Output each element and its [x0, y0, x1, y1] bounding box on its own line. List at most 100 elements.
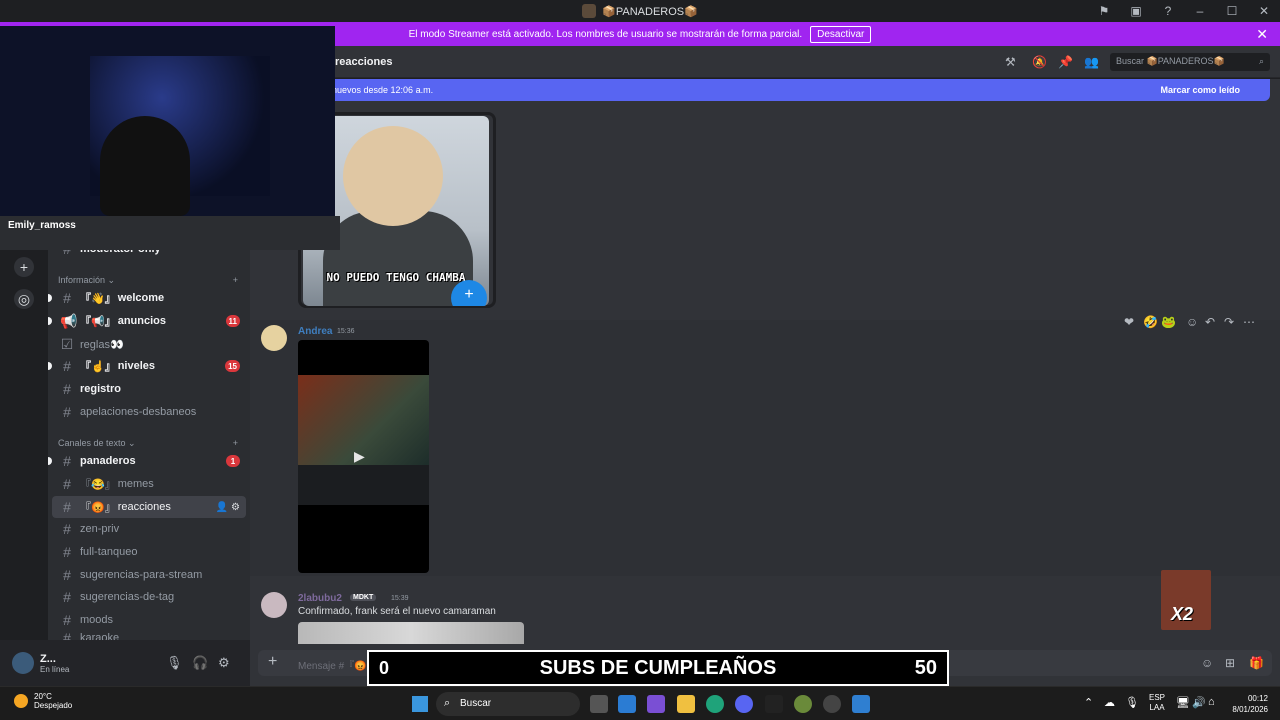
channel-reacciones[interactable]: # 『😡』 reacciones 👤 ⚙ — [52, 496, 246, 518]
gift-icon[interactable]: 🎁 — [1249, 656, 1264, 670]
server-icon — [582, 4, 597, 18]
maximize-icon[interactable]: ☐ — [1216, 4, 1248, 18]
add-reaction-icon[interactable]: ☺ — [1186, 315, 1198, 329]
subs-title: SUBS DE CUMPLEAÑOS — [539, 656, 777, 679]
user-panel: Z... En línea 🎙 🎧 ⚙ — [0, 640, 250, 686]
add-server-icon[interactable]: + — [14, 257, 34, 277]
channel-sugerencias-tag[interactable]: # sugerencias-de-tag — [48, 586, 250, 608]
window-controls: ⚑ ▣ ? – ☐ ✕ — [1088, 0, 1280, 22]
channel-panaderos[interactable]: # panaderos 1 — [48, 450, 250, 472]
threads-icon[interactable]: ⚒ — [1005, 55, 1016, 69]
message-image[interactable] — [298, 622, 524, 644]
mention-badge: 1 — [226, 455, 240, 467]
microphone-icon[interactable]: 🎙 — [166, 655, 183, 671]
minimize-icon[interactable]: – — [1184, 4, 1216, 18]
hash-icon: # — [63, 544, 71, 560]
discover-icon[interactable]: ◎ — [14, 289, 34, 309]
app-icon[interactable] — [765, 695, 783, 713]
forward-icon[interactable]: ↷ — [1224, 315, 1234, 329]
screen-icon[interactable]: ▣ — [1120, 4, 1152, 18]
headphones-icon[interactable]: 🎧 — [192, 655, 208, 671]
category-informacion[interactable]: Información ⌄ + — [58, 275, 238, 286]
channel-reglas[interactable]: ☑ reglas👀 — [48, 333, 250, 355]
channel-registro[interactable]: # registro — [48, 378, 250, 400]
edge-icon[interactable] — [706, 695, 724, 713]
deactivate-button[interactable]: Desactivar — [810, 25, 872, 43]
channel-apelaciones[interactable]: # apelaciones-desbaneos — [48, 401, 250, 423]
subs-counter-overlay: 0 SUBS DE CUMPLEAÑOS 50 — [367, 650, 949, 686]
obs-icon[interactable] — [823, 695, 841, 713]
battery-icon[interactable]: ⌂ — [1208, 696, 1215, 708]
invite-and-settings-icons[interactable]: 👤 ⚙ — [216, 502, 240, 513]
apps-icon[interactable]: ⊞ — [1225, 656, 1235, 670]
video-embed[interactable]: ▶ — [298, 340, 429, 573]
network-icon[interactable]: 🖥 — [1176, 696, 1190, 709]
members-icon[interactable]: 👥 — [1084, 55, 1099, 69]
copilot-icon[interactable] — [647, 695, 665, 713]
channel-memes[interactable]: # 『😂』 memes — [48, 473, 250, 495]
category-canales-de-texto[interactable]: Canales de texto ⌄ + — [58, 438, 238, 449]
channel-header: reacciones ⚒ 🔕 📌 👥 Buscar 📦PANADEROS📦 ⌕ — [250, 46, 1280, 78]
message-author[interactable]: 2labubu2 — [298, 593, 342, 604]
new-messages-bar[interactable]: nuevos desde 12:06 a.m. Marcar como leíd… — [250, 79, 1270, 101]
more-icon[interactable]: ⋯ — [1243, 315, 1255, 329]
avatar[interactable] — [261, 325, 287, 351]
rules-icon: ☑ — [60, 335, 74, 352]
help-icon[interactable]: ? — [1152, 4, 1184, 18]
overlay-user-tag: Emily_ramoss — [0, 216, 340, 250]
emoji-icon[interactable]: 🐸 — [1161, 315, 1176, 329]
role-tag: MDKT — [350, 594, 377, 601]
clock[interactable]: 00:12 8/01/2026 — [1226, 693, 1268, 715]
app-icon[interactable] — [794, 695, 812, 713]
volume-icon[interactable]: 🔊 — [1192, 696, 1206, 709]
search-icon: ⌕ — [444, 697, 451, 709]
search-input[interactable]: Buscar 📦PANADEROS📦 ⌕ — [1110, 53, 1270, 71]
task-view-icon[interactable] — [590, 695, 608, 713]
sticker-icon[interactable]: ☺ — [1201, 656, 1213, 670]
onedrive-icon[interactable]: ☁ — [1104, 696, 1115, 709]
windows-taskbar: 20°C Despejado ⌕ Buscar ⌃ ☁ 🎙 ESP LAA 🖥 … — [0, 686, 1280, 720]
message-author[interactable]: Andrea — [298, 326, 332, 337]
attach-icon[interactable]: + — [268, 653, 277, 671]
hash-icon: # — [63, 589, 71, 605]
message-text: Confirmado, frank será el nuevo camarama… — [298, 606, 496, 617]
chevron-up-icon[interactable]: ⌃ — [1084, 696, 1093, 709]
channel-anuncios[interactable]: 📢 『📢』 anuncios 11 — [48, 310, 250, 332]
message-time: 15:39 — [391, 595, 409, 602]
unread-pin — [48, 294, 52, 302]
channel-moods[interactable]: # moods — [48, 609, 250, 631]
channel-full-tanqueo[interactable]: # full-tanqueo — [48, 541, 250, 563]
hash-icon: # — [63, 521, 71, 537]
add-channel-icon[interactable]: + — [233, 438, 238, 449]
settings-icon[interactable]: ⚙ — [218, 655, 230, 671]
close-icon[interactable]: ✕ — [1256, 26, 1268, 43]
discord-icon[interactable] — [735, 695, 753, 713]
app-icon[interactable] — [852, 695, 870, 713]
webcam-overlay — [0, 26, 335, 216]
channel-welcome[interactable]: # 『👋』 welcome — [48, 287, 250, 309]
explorer-icon[interactable] — [677, 695, 695, 713]
play-icon[interactable]: ▶ — [354, 448, 365, 465]
avatar[interactable] — [12, 652, 34, 674]
heart-icon[interactable]: ❤ — [1124, 315, 1134, 329]
reply-icon[interactable]: ↶ — [1205, 315, 1215, 329]
microphone-icon[interactable]: 🎙 — [1125, 696, 1139, 709]
pin-icon[interactable]: 📌 — [1058, 55, 1073, 69]
inbox-icon[interactable]: ⚑ — [1088, 4, 1120, 18]
channel-prefix: 『👋』 — [80, 293, 116, 305]
start-icon[interactable] — [412, 696, 428, 712]
language-indicator[interactable]: ESP LAA — [1149, 693, 1165, 713]
laugh-icon[interactable]: 🤣 — [1143, 315, 1158, 329]
store-icon[interactable] — [618, 695, 636, 713]
channel-niveles[interactable]: # 『☝』 niveles 15 — [48, 355, 250, 377]
close-window-icon[interactable]: ✕ — [1248, 4, 1280, 18]
avatar[interactable] — [261, 592, 287, 618]
add-channel-icon[interactable]: + — [233, 275, 238, 286]
weather-widget[interactable]: 20°C Despejado — [14, 692, 72, 710]
taskbar-search[interactable]: ⌕ Buscar — [436, 692, 580, 716]
channel-sugerencias-stream[interactable]: # sugerencias-para-stream — [48, 564, 250, 586]
channel-zen-priv[interactable]: # zen-priv — [48, 518, 250, 540]
mark-read-button[interactable]: Marcar como leído — [1160, 85, 1240, 95]
hash-icon: # — [63, 290, 71, 306]
mute-icon[interactable]: 🔕 — [1032, 55, 1047, 69]
